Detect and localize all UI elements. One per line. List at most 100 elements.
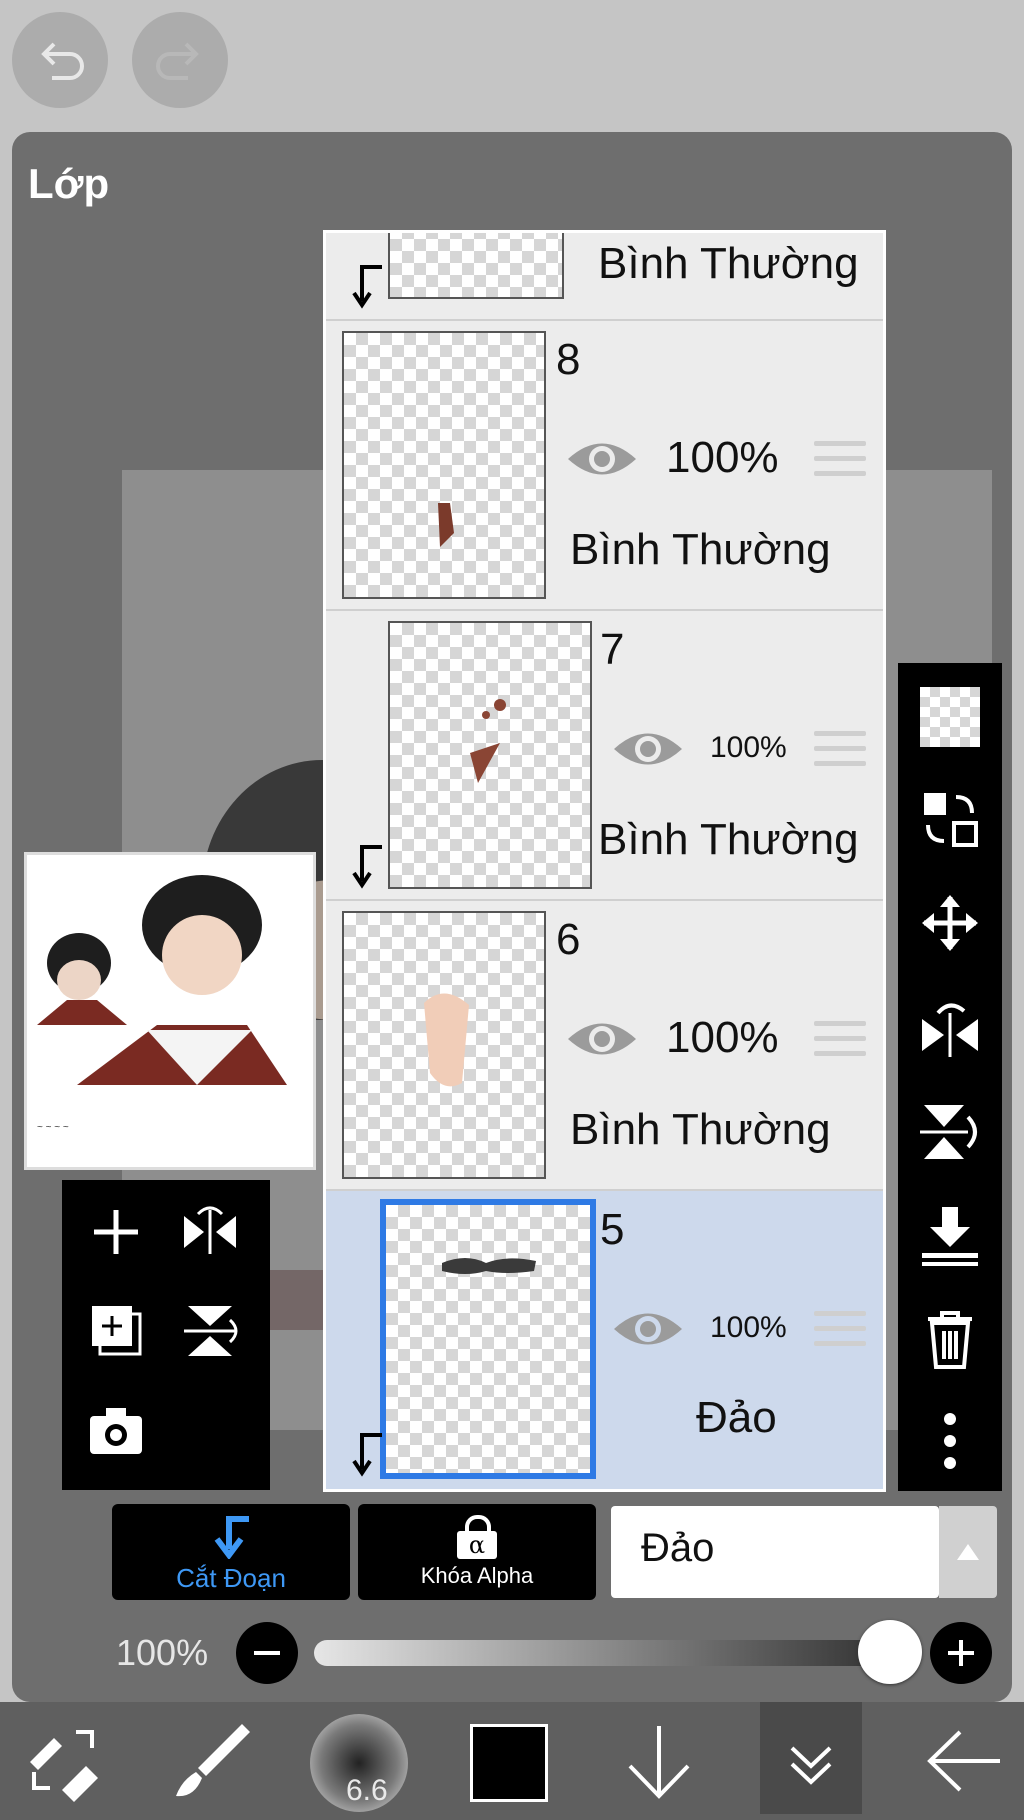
redo-button[interactable] [132,12,228,108]
opacity-decrease-button[interactable] [236,1622,298,1684]
layer-thumbnail [388,233,564,299]
more-vertical-icon [944,1413,956,1469]
layers-panel-button[interactable] [760,1702,862,1814]
transparent-layer-button[interactable] [912,679,988,755]
merge-down-button[interactable] [912,1197,988,1273]
checkerboard-icon [920,687,980,747]
opacity-label: 100% [116,1632,209,1673]
flip-vertical-button-right[interactable] [912,1093,988,1169]
clip-arrow-icon [352,845,382,889]
flip-horizontal-button-right[interactable] [912,989,988,1065]
layer-thumbnail [388,621,592,889]
visibility-eye-icon[interactable] [612,1306,684,1352]
clip-arrow-icon [352,265,382,309]
layer-item-5[interactable]: 5 100% Đảo [326,1191,883,1489]
layer-opacity[interactable]: 100% [666,433,779,483]
brush-size-value: 6.6 [346,1774,388,1807]
back-button[interactable] [920,1718,1006,1804]
brush-icon [176,1724,250,1797]
layer-item-8[interactable]: 8 100% Bình Thường [326,321,883,611]
layer-blend-mode[interactable]: Bình Thường [570,525,831,575]
layer-list[interactable]: Bình Thường 8 100% Bình Thường 7 100% Bì… [323,230,886,1492]
layer-opacity[interactable]: 100% [666,1013,779,1063]
alpha-lock-label: Khóa Alpha [420,1563,534,1588]
layer-thumbnail [380,1199,596,1479]
camera-button[interactable] [80,1394,152,1466]
opacity-slider-track[interactable] [314,1640,914,1666]
right-toolbar [898,663,1002,1491]
swap-layer-button[interactable] [912,781,988,857]
preview-artwork: ~ ~ ~ ~ [27,855,313,1167]
triangle-up-icon [957,1544,979,1560]
flip-vertical-icon [184,1306,238,1356]
alpha-lock-button[interactable]: α Khóa Alpha [358,1504,596,1600]
layer-item-6[interactable]: 6 100% Bình Thường [326,901,883,1191]
camera-icon [90,1408,142,1454]
brush-size-button[interactable]: 6.6 [310,1714,408,1812]
layer-number: 5 [600,1205,625,1254]
layer-opacity[interactable]: 100% [710,731,787,765]
visibility-eye-icon[interactable] [612,726,684,772]
layer-thumbnail [342,331,546,599]
opacity-row: 100% [0,1618,1024,1688]
blend-mode-dropdown-button[interactable] [939,1506,997,1598]
brush-tool-button[interactable] [170,1716,256,1802]
layer-number: 6 [556,915,581,964]
add-layer-button[interactable] [80,1196,152,1268]
merge-down-icon [922,1207,978,1266]
visibility-eye-icon[interactable] [566,1016,638,1062]
drag-handle-icon[interactable] [814,1311,866,1353]
color-swatch[interactable] [470,1724,548,1802]
move-button[interactable] [912,885,988,961]
trash-icon [928,1311,972,1369]
minus-icon [254,1651,280,1655]
flip-vertical-button[interactable] [174,1294,246,1366]
layer-item-7[interactable]: 7 100% Bình Thường [326,611,883,901]
opacity-increase-button[interactable] [930,1622,992,1684]
canvas-preview[interactable]: ~ ~ ~ ~ [24,852,316,1170]
layer-blend-mode[interactable]: Bình Thường [598,239,859,289]
bottom-toolbar: 6.6 [0,1702,1024,1820]
layer-blend-mode[interactable]: Đảo [696,1393,777,1443]
drag-handle-icon[interactable] [814,1021,866,1063]
delete-layer-button[interactable] [912,1301,988,1377]
svg-text:~ ~ ~ ~: ~ ~ ~ ~ [37,1122,69,1133]
layer-thumbnail-art [438,503,454,547]
clipping-arrow-icon [214,1515,249,1559]
move-icon [922,895,978,951]
lock-icon: α [457,1515,497,1559]
plus-icon [94,1210,138,1254]
layer-thumbnail-art [470,699,506,783]
drag-handle-icon[interactable] [814,441,866,483]
flip-horizontal-button[interactable] [174,1196,246,1268]
plus-icon [948,1640,974,1666]
blend-mode-value: Đảo [641,1526,715,1570]
undo-icon [41,42,84,80]
alpha-symbol: α [468,1531,486,1559]
arrow-down-icon [628,1726,690,1799]
tool-switch-button[interactable] [20,1718,106,1804]
layer-blend-mode[interactable]: Bình Thường [598,815,859,865]
clip-arrow-icon [352,1433,382,1477]
more-options-button[interactable] [912,1403,988,1479]
flip-vertical-icon [920,1105,977,1159]
undo-button[interactable] [12,12,108,108]
duplicate-layer-button[interactable] [80,1294,152,1366]
layer-thumbnail-art [424,993,469,1087]
layer-item-partial[interactable]: Bình Thường [326,233,883,321]
swap-icon [924,793,978,847]
flip-horizontal-icon [922,1003,978,1057]
layer-thumbnail [342,911,546,1179]
flip-horizontal-icon [184,1206,236,1254]
visibility-eye-icon[interactable] [566,436,638,482]
blend-mode-select[interactable]: Đảo [611,1506,939,1598]
layer-opacity[interactable]: 100% [710,1311,787,1345]
arrow-left-icon [927,1730,1000,1792]
panel-title: Lớp [28,160,110,207]
layer-blend-mode[interactable]: Bình Thường [570,1105,831,1155]
pen-eraser-switch-icon [30,1730,98,1802]
opacity-slider-thumb[interactable] [858,1620,922,1684]
drag-handle-icon[interactable] [814,731,866,773]
layer-down-button[interactable] [616,1718,702,1804]
clipping-button[interactable]: Cắt Đoạn [112,1504,350,1600]
